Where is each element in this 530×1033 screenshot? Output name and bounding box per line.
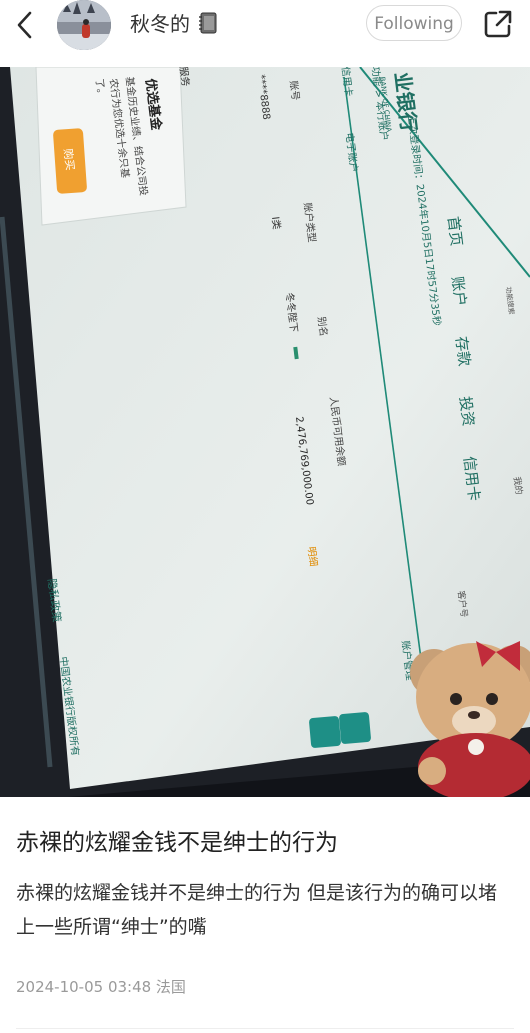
nav-tab-account[interactable]: 账户: [448, 275, 470, 307]
post-photo[interactable]: 业银行 BANK OF CHINA 上次登录时间：2024年10月5日17时57…: [0, 67, 530, 797]
top-bar: 秋冬的 Following: [0, 0, 530, 52]
promo-line3: 了。: [93, 78, 107, 99]
avatar-image: [57, 0, 111, 50]
back-arrow-icon[interactable]: [10, 8, 40, 42]
following-button[interactable]: Following: [366, 5, 462, 41]
author-name[interactable]: 秋冬的: [130, 11, 218, 37]
promo-buy-button[interactable]: 购买: [61, 148, 78, 172]
share-icon[interactable]: [482, 8, 514, 40]
notebook-icon: [199, 12, 217, 34]
nav-tab-home[interactable]: 首页: [444, 215, 466, 247]
teddy-bear-sticker: [410, 641, 530, 797]
nav-tab-invest[interactable]: 投资: [456, 395, 478, 427]
author-avatar[interactable]: [57, 0, 111, 50]
divider: [16, 1028, 514, 1029]
post-title: 赤裸的炫耀金钱不是绅士的行为: [16, 830, 338, 856]
photo-canvas: 业银行 BANK OF CHINA 上次登录时间：2024年10月5日17时57…: [0, 67, 530, 797]
post-date-location: 2024-10-05 03:48 法国: [16, 978, 186, 996]
nav-tab-deposit[interactable]: 存款: [452, 335, 474, 367]
col-header-account: 账号: [287, 80, 301, 101]
author-name-text: 秋冬的: [130, 12, 190, 36]
post-body: 赤裸的炫耀金钱并不是绅士的行为 但是该行为的确可以堵上一些所谓“绅士”的嘴: [16, 882, 498, 938]
